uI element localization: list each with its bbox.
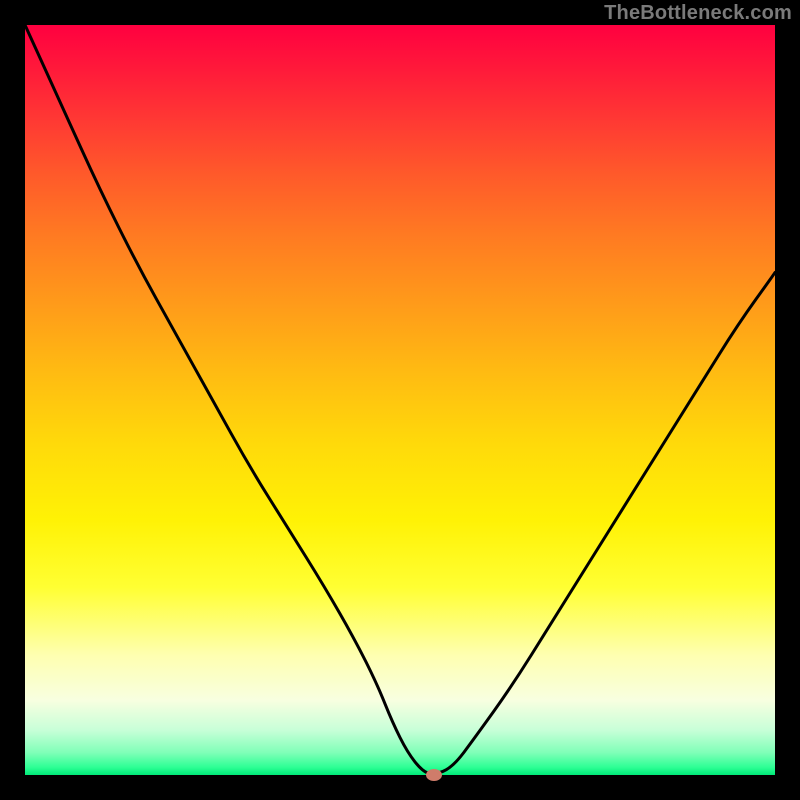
chart-container: TheBottleneck.com xyxy=(0,0,800,800)
plot-area xyxy=(25,25,775,775)
bottleneck-curve xyxy=(25,25,775,774)
attribution-text: TheBottleneck.com xyxy=(604,2,792,25)
curve-svg xyxy=(25,25,775,775)
optimal-point-marker xyxy=(426,769,442,781)
